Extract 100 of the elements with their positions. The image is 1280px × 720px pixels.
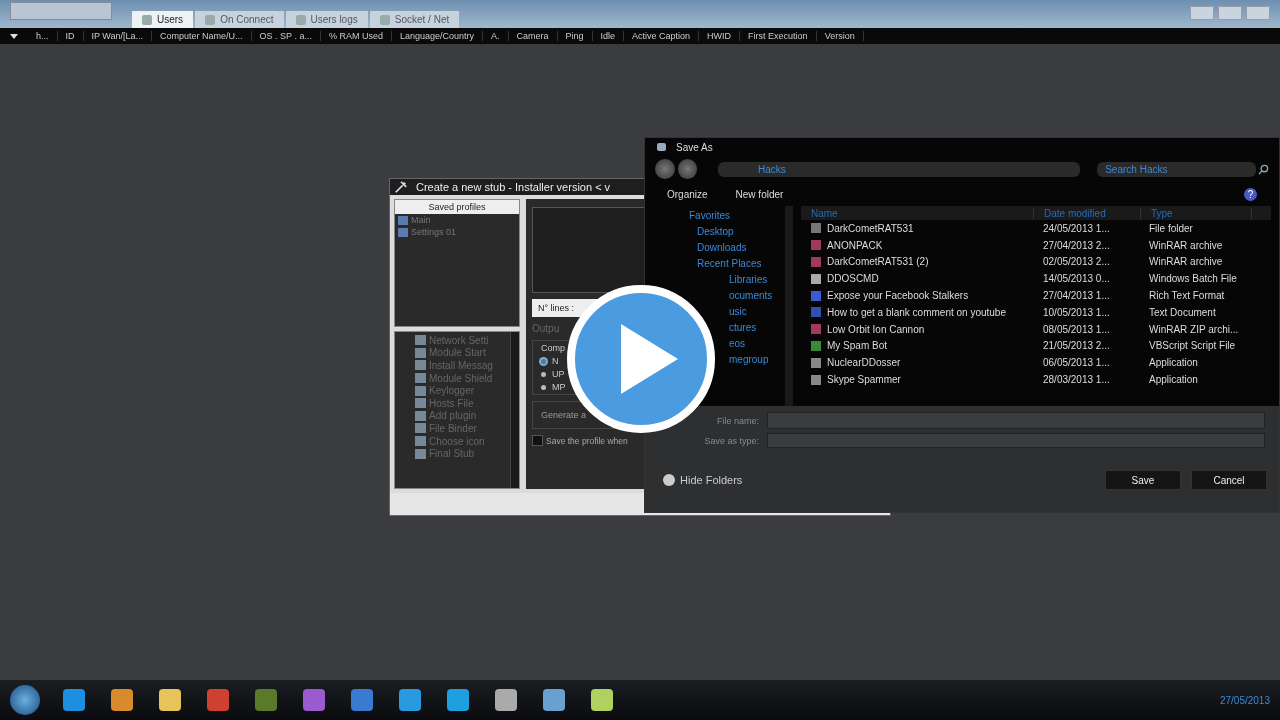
file-row[interactable]: Expose your Facebook Stalkers 27/04/2013 1... Rich Text Format (801, 287, 1271, 304)
file-type: Windows Batch File (1149, 273, 1237, 285)
taskbar-app-icon[interactable] (588, 686, 616, 714)
tab[interactable]: Socket / Net (369, 11, 460, 28)
file-name: Low Orbit Ion Cannon (827, 323, 925, 335)
file-date: 02/05/2013 2... (1043, 256, 1111, 268)
file-row[interactable]: DDOSCMD 14/05/2013 0... Windows Batch File (801, 270, 1271, 288)
scrollbar[interactable] (510, 332, 519, 488)
file-icon (811, 374, 821, 385)
start-button[interactable] (10, 685, 40, 715)
column-header[interactable]: OS . SP . a... (251, 31, 321, 41)
file-name-field[interactable] (767, 412, 1265, 429)
file-name: DDOSCMD (827, 273, 879, 285)
file-row[interactable]: Skype Spammer 28/03/2013 1... Application (801, 371, 1271, 388)
tab[interactable]: Users (132, 11, 194, 28)
file-icon (811, 307, 821, 318)
forward-button[interactable] (677, 159, 698, 179)
address-bar[interactable]: Hacks (718, 161, 1081, 177)
column-header[interactable]: HWID (699, 31, 741, 41)
file-type: VBScript Script File (1149, 340, 1236, 352)
taskbar-app-icon[interactable] (540, 686, 568, 714)
nav-item[interactable]: Libraries (729, 274, 768, 290)
dialog-title: Save As (676, 141, 713, 153)
file-name: NuclearDDosser (827, 357, 901, 369)
toolbar-button[interactable]: New folder (735, 188, 784, 200)
tab[interactable]: On Connect (195, 11, 284, 28)
clock-date: 27/05/2013 (1219, 694, 1270, 706)
taskbar-app-icon[interactable] (108, 686, 136, 714)
file-name: DarkCometRAT531 (827, 222, 914, 234)
file-row[interactable]: Low Orbit Ion Cannon 08/05/2013 1... WinRAR ZIP archi... (801, 320, 1271, 338)
field-label: Save as type: (703, 435, 759, 446)
file-icon (811, 324, 821, 335)
section-label: Outpu (532, 323, 560, 334)
column-header[interactable]: Computer Name/U... (152, 31, 252, 41)
column-header[interactable]: First Execution (740, 31, 817, 41)
file-icon (811, 340, 821, 351)
window-title: Create a new stub - Installer version < v (416, 181, 611, 193)
column-header[interactable]: Language/Country (391, 31, 483, 41)
nav-item[interactable]: Favorites (653, 210, 731, 226)
dropdown-icon[interactable] (10, 33, 18, 39)
file-icon (811, 240, 821, 251)
file-date: 27/04/2013 1... (1043, 290, 1111, 302)
taskbar-app-icon[interactable] (492, 686, 520, 714)
file-type: WinRAR ZIP archi... (1149, 323, 1239, 335)
file-icon (811, 290, 821, 301)
file-icon (811, 273, 821, 284)
column-header[interactable]: Active Caption (624, 31, 700, 41)
file-icon (811, 223, 821, 234)
hide-folders-button[interactable]: Hide Folders (663, 474, 743, 486)
nav-item[interactable]: Downloads (653, 242, 747, 258)
file-name: My Spam Bot (827, 340, 888, 352)
file-row[interactable]: DarkCometRAT531 (2) 02/05/2013 2... WinRAR archive (801, 253, 1271, 271)
file-name: ANONPACK (827, 239, 883, 251)
file-name: Expose your Facebook Stalkers (827, 290, 969, 302)
file-name: DarkCometRAT531 (2) (827, 256, 929, 268)
file-date: 14/05/2013 0... (1043, 273, 1111, 285)
dialog-button[interactable]: Cancel (1191, 470, 1267, 490)
tools-icon (394, 180, 408, 194)
column-header[interactable]: Ping (557, 31, 593, 41)
nav-item[interactable]: Desktop (653, 226, 734, 242)
file-date: 10/05/2013 1... (1043, 306, 1111, 318)
file-date: 21/05/2013 2... (1043, 340, 1111, 352)
column-header[interactable]: % RAM Used (320, 31, 392, 41)
taskbar-app-icon[interactable] (60, 686, 88, 714)
panel-header: Saved profiles (395, 200, 519, 214)
file-row[interactable]: My Spam Bot 21/05/2013 2... VBScript Script File (801, 337, 1271, 355)
taskbar-app-icon[interactable] (444, 686, 472, 714)
toolbar-button[interactable]: Organize (667, 188, 708, 200)
nav-item[interactable]: Recent Places (653, 258, 762, 274)
file-name: How to get a blank comment on youtube (827, 306, 1006, 318)
file-row[interactable]: How to get a blank comment on youtube 10/05/2013 1... Text Document (801, 304, 1271, 321)
back-button[interactable] (655, 159, 675, 179)
file-type: Application (1149, 357, 1198, 369)
nav-item[interactable]: megroup (729, 354, 769, 370)
column-header[interactable]: Idle (592, 31, 625, 41)
file-row[interactable]: ANONPACK 27/04/2013 2... WinRAR archive (801, 236, 1271, 254)
file-row[interactable]: NuclearDDosser 06/05/2013 1... Application (801, 354, 1271, 372)
column-header[interactable]: Version (816, 31, 864, 41)
nav-item[interactable]: eos (729, 338, 746, 354)
file-date: 27/04/2013 2... (1043, 239, 1111, 251)
nav-item[interactable]: ctures (729, 322, 757, 338)
file-type: WinRAR archive (1149, 239, 1223, 251)
save-profile-checkbox[interactable]: Save the profile when (532, 435, 628, 446)
column-header[interactable]: A. (483, 31, 509, 41)
search-field[interactable]: Search Hacks (1097, 161, 1256, 177)
taskbar-app-icon[interactable] (156, 686, 184, 714)
help-button[interactable]: ? (1244, 187, 1257, 201)
column-header[interactable]: Camera (508, 31, 558, 41)
file-type: Text Document (1149, 306, 1216, 318)
dialog-button[interactable]: Save (1105, 470, 1181, 490)
file-name: Skype Spammer (827, 374, 901, 386)
column-header[interactable]: ID (57, 31, 84, 41)
file-icon (811, 257, 821, 267)
column-header[interactable]: IP Wan/[La... (83, 31, 153, 41)
file-date: 06/05/2013 1... (1043, 357, 1111, 369)
file-type: Rich Text Format (1149, 290, 1225, 302)
column-header[interactable]: h... (28, 31, 58, 41)
tab[interactable]: Users logs (285, 11, 368, 28)
file-row[interactable]: DarkCometRAT531 24/05/2013 1... File folder (801, 220, 1271, 237)
taskbar-app-icon[interactable] (396, 686, 424, 714)
